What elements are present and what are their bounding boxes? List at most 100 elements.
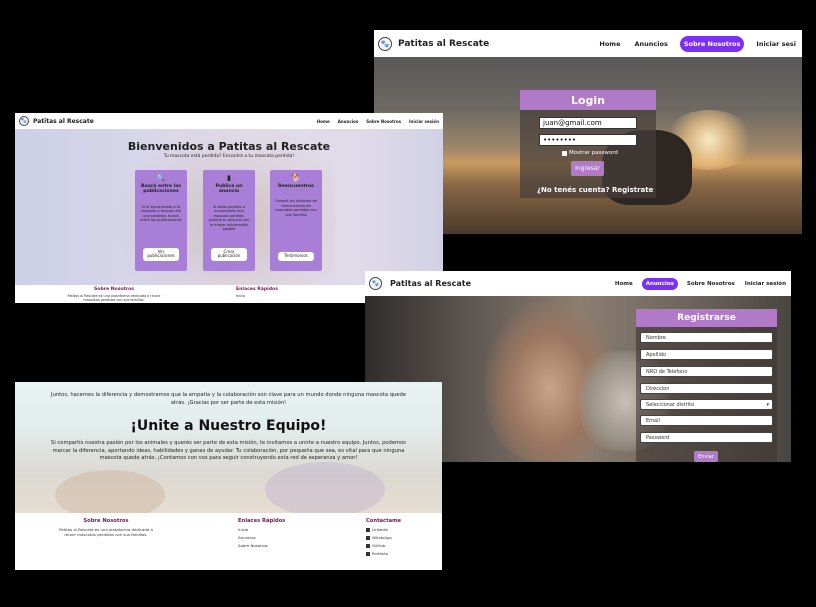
footer-links: Enlaces Rápidos Inicio Anuncios Sobre No… <box>238 518 285 548</box>
apellido-field[interactable]: Apellido <box>640 349 773 360</box>
nombre-field[interactable]: Nombre <box>640 332 773 343</box>
footer-about: Sobre Nosotros Patitas al Rescate es una… <box>59 287 169 302</box>
paw-logo-icon: 🐾 <box>369 277 382 290</box>
footer: Sobre Nosotros Patitas al Rescate es una… <box>15 513 442 570</box>
nav-links: Home Anuncios Sobre Nosotros Iniciar ses… <box>587 35 798 52</box>
search-icon: 🔍 <box>156 174 166 182</box>
linkedin-icon <box>366 528 370 532</box>
brand-name: Patitas al Rescate <box>390 279 472 288</box>
card-publish: ▮ Publicá un anuncio Si estás perdido o … <box>203 170 255 271</box>
contact-label: Portfolio <box>372 551 389 556</box>
register-prompt-text: ¿No tenés cuenta? <box>537 186 610 194</box>
create-post-button[interactable]: Crear publicación <box>211 247 247 261</box>
show-password-label: Mostrar password <box>569 150 618 156</box>
navbar: 🐾 Patitas al Rescate Home Anuncios Sobre… <box>374 30 802 57</box>
card-text: Conocé los historias de reencuentros de … <box>275 199 317 217</box>
testimonials-button[interactable]: Testimonios <box>278 252 314 261</box>
login-form: Login juan@gmail.com •••••••• Mostrar pa… <box>520 90 656 198</box>
footer-link-inicio[interactable]: Inicio <box>236 294 278 298</box>
login-title: Login <box>520 90 656 110</box>
navbar: 🐾 Patitas al Rescate Home Anuncios Sobre… <box>365 271 791 296</box>
password-field[interactable]: Password <box>640 432 773 443</box>
footer-link-sobre-nosotros[interactable]: Sobre Nosotros <box>238 543 285 548</box>
background-photo-area <box>265 462 385 517</box>
footer-links-title: Enlaces Rápidos <box>236 287 278 292</box>
contact-linkedin[interactable]: LinkedIn <box>366 527 401 532</box>
card-text: Si te encontraste a tu mascota o buscás … <box>140 204 182 223</box>
brand-name: Patitas al Rescate <box>398 38 490 49</box>
contact-portfolio[interactable]: Portfolio <box>366 551 401 556</box>
footer-link-anuncios[interactable]: Anuncios <box>238 535 285 540</box>
footer-about-title: Sobre Nosotros <box>83 518 129 524</box>
district-select[interactable]: Seleccionar distrito ▾ <box>640 399 773 410</box>
github-icon <box>366 544 370 548</box>
password-field[interactable]: •••••••• <box>539 134 637 146</box>
brand[interactable]: 🐾 Patitas al Rescate <box>369 277 471 290</box>
card-title: Reencuentros <box>278 184 314 189</box>
paw-logo-icon: 🐾 <box>19 116 29 126</box>
nav-anuncios[interactable]: Anuncios <box>632 37 669 51</box>
brand-name: Patitas al Rescate <box>33 117 94 125</box>
contact-github[interactable]: GitHub <box>366 543 401 548</box>
show-password-toggle[interactable]: Mostrar password <box>562 150 618 156</box>
view-posts-button[interactable]: Ver publicaciones <box>143 247 179 261</box>
intro-paragraph: Juntos, hacemos la diferencia y demostra… <box>51 392 406 406</box>
card-title: Publicá un anuncio <box>215 184 243 195</box>
page-subtitle: Tu mascota está perdida? Encontrá a tu m… <box>163 154 295 159</box>
nav-iniciar-sesion[interactable]: Iniciar sesi <box>754 37 798 51</box>
contact-whatsapp[interactable]: WhatsApp <box>366 535 401 540</box>
direccion-field[interactable]: Direccion <box>640 383 773 394</box>
nav-iniciar-sesion[interactable]: Iniciar sesión <box>744 278 787 290</box>
register-link[interactable]: Registrate <box>612 186 653 194</box>
card-search: 🔍 Buscá entre las publicaciones Si te en… <box>135 170 187 271</box>
card-reunions: 🐕 Reencuentros Conocé los historias de r… <box>270 170 322 271</box>
join-team-title: ¡Unite a Nuestro Equipo! <box>130 418 327 434</box>
navbar: 🐾 Patitas al Rescate Home Anuncios Sobre… <box>15 113 443 129</box>
brand[interactable]: 🐾 Patitas al Rescate <box>378 36 490 51</box>
checkbox[interactable] <box>562 150 567 156</box>
page-title: Bienvenidos a Patitas al Rescate <box>127 140 331 153</box>
nav-anuncios[interactable]: Anuncios <box>338 119 359 124</box>
about-screenshot: Juntos, hacemos la diferencia y demostra… <box>15 382 442 570</box>
dog-icon: 🐕 <box>291 174 301 182</box>
footer-links: Enlaces Rápidos Inicio <box>236 287 278 298</box>
telefono-field[interactable]: NRO de Telefono <box>640 366 773 377</box>
nav-anuncios[interactable]: Anuncios <box>641 277 678 290</box>
footer-about: Sobre Nosotros Patitas al Rescate es una… <box>55 518 157 537</box>
whatsapp-icon <box>366 536 370 540</box>
card-title: Buscá entre las publicaciones <box>141 184 181 195</box>
paw-logo-icon: 🐾 <box>378 36 392 51</box>
nav-iniciar-sesion[interactable]: Iniciar sesión <box>409 119 439 124</box>
register-prompt: ¿No tenés cuenta? Registrate <box>537 186 653 194</box>
contact-label: LinkedIn <box>372 527 389 532</box>
nav-sobre-nosotros[interactable]: Sobre Nosotros <box>366 119 401 124</box>
contact-label: WhatsApp <box>372 535 392 540</box>
nav-home[interactable]: Home <box>317 119 330 124</box>
footer-links-title: Enlaces Rápidos <box>238 518 286 524</box>
nav-links: Home Anuncios Sobre Nosotros Iniciar ses… <box>309 119 439 124</box>
portfolio-icon <box>366 552 370 556</box>
card-text: Si estás perdido o encontraste una masco… <box>208 204 250 231</box>
contact-label: GitHub <box>372 543 386 548</box>
email-field[interactable]: juan@gmail.com <box>539 117 637 129</box>
footer-about-text: Patitas al Rescate es una plataforma ded… <box>67 294 161 302</box>
footer-link-inicio[interactable]: Inicio <box>238 527 285 532</box>
nav-sobre-nosotros[interactable]: Sobre Nosotros <box>679 35 745 52</box>
register-submit-button[interactable]: Enviar <box>694 451 718 462</box>
district-select-value: Seleccionar distrito <box>646 401 695 408</box>
footer-about-title: Sobre Nosotros <box>94 287 134 292</box>
footer-contact-title: Contactame <box>366 518 402 524</box>
join-team-paragraph: Si compartís nuestra pasión por los anim… <box>51 440 406 462</box>
footer-about-text: Patitas al Rescate es una plataforma ded… <box>59 527 153 538</box>
brand[interactable]: 🐾 Patitas al Rescate <box>19 116 94 126</box>
nav-home[interactable]: Home <box>614 278 634 290</box>
nav-links: Home Anuncios Sobre Nosotros Iniciar ses… <box>606 277 787 290</box>
footer-contact: Contactame LinkedIn WhatsApp GitHub Port… <box>366 518 401 556</box>
register-title: Registrarse <box>636 309 777 327</box>
nav-home[interactable]: Home <box>597 37 622 51</box>
email-field[interactable]: Email <box>640 415 773 426</box>
register-form: Registrarse Nombre Apellido NRO de Telef… <box>636 309 777 462</box>
document-icon: ▮ <box>227 174 231 182</box>
login-submit-button[interactable]: Ingresar <box>571 161 604 176</box>
nav-sobre-nosotros[interactable]: Sobre Nosotros <box>686 278 736 290</box>
